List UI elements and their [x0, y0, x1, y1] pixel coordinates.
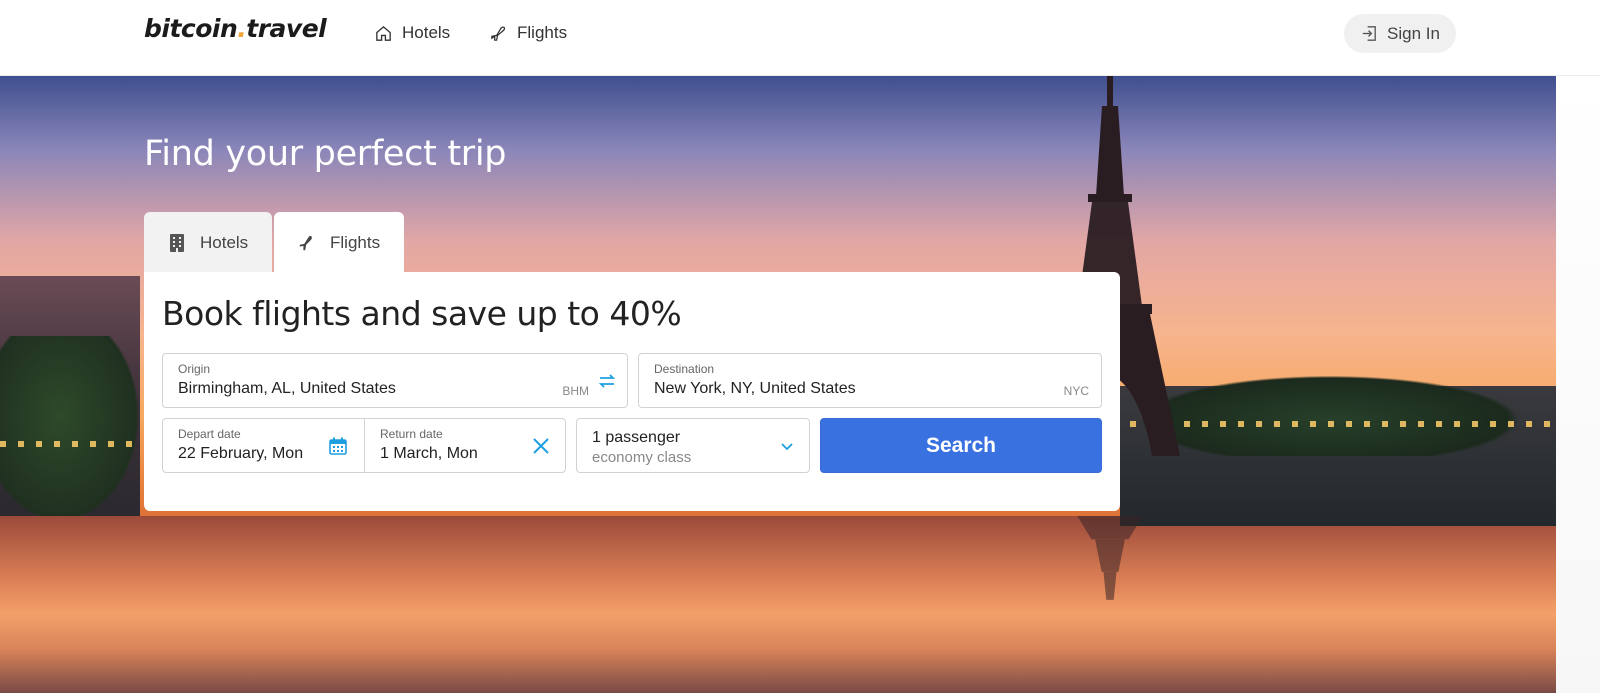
- logo-text-main: bitcoin: [144, 14, 238, 43]
- hero-background: Find your perfect trip Hotels Flights Bo…: [0, 76, 1556, 693]
- home-icon: [376, 25, 391, 41]
- nav-flights-label: Flights: [517, 23, 568, 42]
- return-date-field[interactable]: Return date 1 March, Mon: [364, 418, 566, 473]
- origin-field[interactable]: Origin Birmingham, AL, United States BHM: [162, 353, 628, 408]
- eiffel-tower-reflection: [1077, 516, 1143, 600]
- nav-hotels-link[interactable]: Hotels: [374, 20, 450, 46]
- hero-left-trees: [0, 336, 150, 536]
- destination-label: Destination: [654, 362, 715, 376]
- destination-value[interactable]: New York, NY, United States: [654, 380, 856, 398]
- origin-code: BHM: [562, 384, 589, 398]
- hero-lights-left: [0, 441, 140, 447]
- flight-search-card: Book flights and save up to 40% Origin B…: [144, 272, 1120, 511]
- right-page-margin: [1556, 76, 1600, 693]
- hero-headline: Find your perfect trip: [144, 134, 507, 174]
- nav-flights-link[interactable]: Flights: [489, 20, 567, 46]
- building-icon: [170, 234, 184, 252]
- cabin-class-value: economy class: [592, 449, 692, 466]
- origin-label: Origin: [178, 362, 211, 376]
- search-card-title: Book flights and save up to 40%: [162, 294, 682, 333]
- return-date-label: Return date: [380, 427, 443, 441]
- destination-code: NYC: [1063, 384, 1089, 398]
- tab-hotels[interactable]: Hotels: [144, 212, 272, 274]
- origin-value[interactable]: Birmingham, AL, United States: [178, 380, 396, 398]
- depart-date-label: Depart date: [178, 427, 241, 441]
- sign-in-label: Sign In: [1387, 23, 1440, 43]
- return-date-value[interactable]: 1 March, Mon: [380, 445, 478, 463]
- hero-river: [0, 516, 1556, 693]
- destination-field[interactable]: Destination New York, NY, United States …: [638, 353, 1102, 408]
- tab-flights[interactable]: Flights: [274, 212, 404, 274]
- plane-icon: [491, 25, 506, 41]
- passengers-select[interactable]: 1 passenger economy class: [576, 418, 810, 473]
- depart-date-value[interactable]: 22 February, Mon: [178, 445, 308, 463]
- logo-dot: .: [237, 14, 247, 43]
- site-logo[interactable]: bitcoin.travel: [144, 14, 327, 43]
- sign-in-button[interactable]: Sign In: [1344, 14, 1456, 53]
- swap-icon[interactable]: [597, 371, 617, 391]
- passengers-value: 1 passenger: [592, 429, 681, 446]
- search-button[interactable]: Search: [820, 418, 1102, 473]
- chevron-down-icon: [781, 443, 793, 451]
- close-icon[interactable]: [531, 436, 551, 456]
- plane-icon: [299, 236, 312, 251]
- sign-in-icon: [1362, 26, 1376, 41]
- logo-text-tail: travel: [246, 14, 327, 43]
- tab-flights-label: Flights: [330, 233, 381, 252]
- top-navbar: bitcoin.travel Hotels Flights Sign In: [0, 0, 1600, 76]
- calendar-icon[interactable]: [328, 436, 348, 456]
- nav-hotels-label: Hotels: [402, 23, 451, 42]
- depart-date-field[interactable]: Depart date 22 February, Mon: [162, 418, 365, 473]
- tab-hotels-label: Hotels: [200, 233, 249, 252]
